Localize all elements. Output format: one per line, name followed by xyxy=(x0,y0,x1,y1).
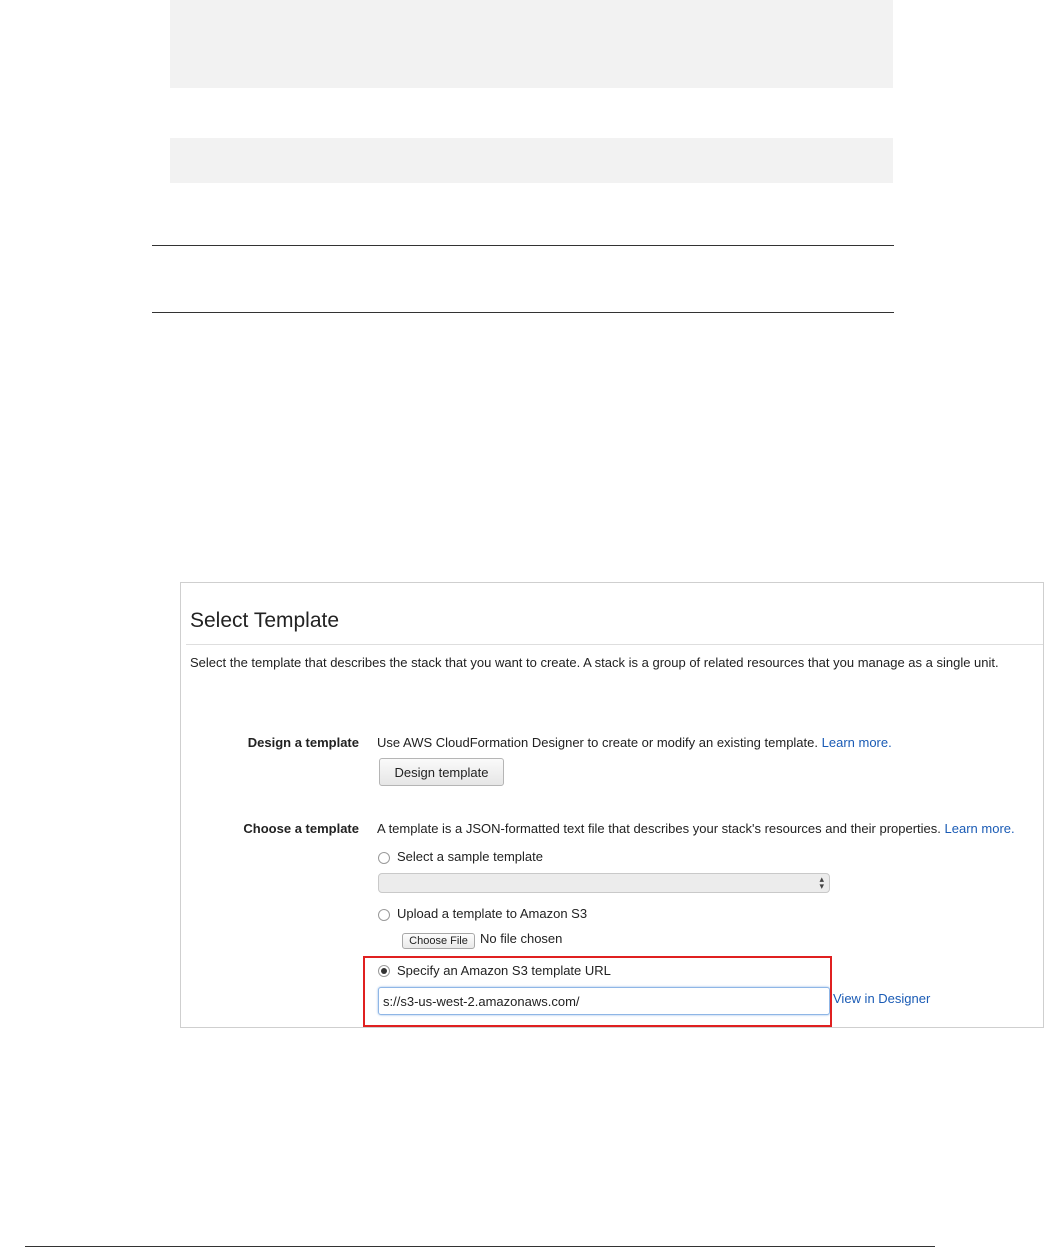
design-template-label: Design a template xyxy=(247,735,359,750)
design-learn-more-link[interactable]: Learn more. xyxy=(822,735,892,750)
sample-template-select[interactable]: ▴ ▾ xyxy=(378,873,830,893)
choose-file-button[interactable]: Choose File xyxy=(402,933,475,949)
view-in-designer-link[interactable]: View in Designer xyxy=(833,991,930,1006)
title-divider xyxy=(186,644,1043,645)
select-template-panel: Select Template Select the template that… xyxy=(180,582,1044,1028)
panel-description: Select the template that describes the s… xyxy=(190,655,999,670)
choose-template-label: Choose a template xyxy=(243,821,359,836)
design-template-text: Use AWS CloudFormation Designer to creat… xyxy=(377,735,892,750)
no-file-chosen-text: No file chosen xyxy=(480,931,563,946)
design-template-description: Use AWS CloudFormation Designer to creat… xyxy=(377,735,818,750)
divider-bottom xyxy=(152,312,894,313)
sample-template-radio[interactable] xyxy=(378,852,390,864)
sample-template-option-label[interactable]: Select a sample template xyxy=(397,849,543,864)
url-highlight-box xyxy=(363,956,832,1027)
code-block-top xyxy=(170,0,893,88)
choose-template-text: A template is a JSON-formatted text file… xyxy=(377,821,1015,836)
upload-template-option-label[interactable]: Upload a template to Amazon S3 xyxy=(397,906,587,921)
panel-title: Select Template xyxy=(190,609,340,632)
design-template-button[interactable]: Design template xyxy=(379,758,504,786)
code-block-middle xyxy=(170,138,893,183)
choose-learn-more-link[interactable]: Learn more. xyxy=(945,821,1015,836)
select-arrows-icon: ▴ ▾ xyxy=(819,874,824,891)
footer-divider xyxy=(25,1246,935,1247)
divider-top xyxy=(152,245,894,246)
upload-template-radio[interactable] xyxy=(378,909,390,921)
choose-template-description: A template is a JSON-formatted text file… xyxy=(377,821,941,836)
